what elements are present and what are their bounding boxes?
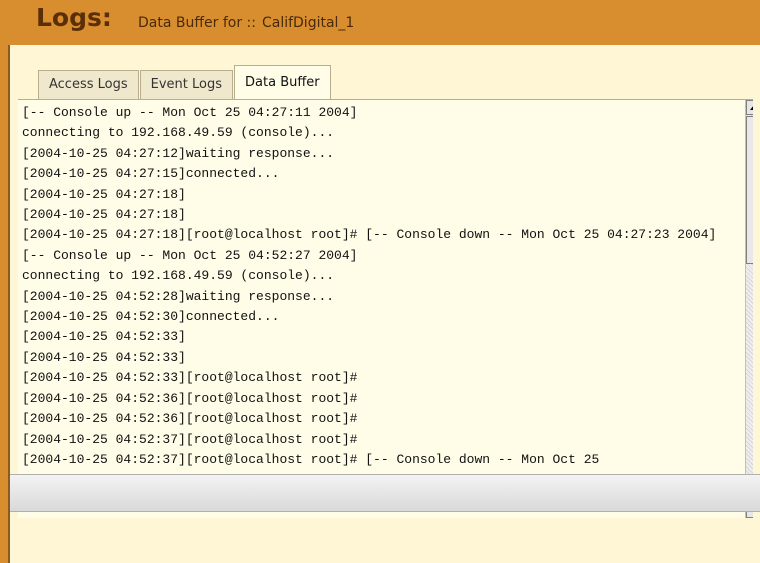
footer-bar [10,474,760,512]
log-line: [2004-10-25 04:52:36][root@localhost roo… [22,411,358,427]
log-line: [2004-10-25 04:52:37][root@localhost roo… [22,431,358,447]
header-bar: Logs: Data Buffer for :: CalifDigital_1 [0,0,760,45]
tab-data-buffer[interactable]: Data Buffer [234,65,331,100]
log-line: [2004-10-25 04:27:18] [22,207,186,223]
vertical-scrollbar[interactable] [745,100,753,518]
log-line: [2004-10-25 04:27:15]connected... [22,166,280,182]
log-line: [2004-10-25 04:52:37][root@localhost roo… [22,451,600,467]
tab-event-logs[interactable]: Event Logs [139,70,234,99]
tab-access-logs[interactable]: Access Logs [38,70,139,99]
log-text: [-- Console up -- Mon Oct 25 04:27:11 20… [22,103,734,470]
up-arrow-icon [750,106,753,110]
log-line: [-- Console up -- Mon Oct 25 04:27:11 20… [22,105,358,120]
log-line: [2004-10-25 04:27:12]waiting response... [22,145,335,161]
device-name: CalifDigital_1 [261,15,355,31]
log-line: [2004-10-25 04:52:30]connected... [22,309,280,325]
scroll-up-button[interactable] [746,100,753,115]
subtitle-prefix: Data Buffer for :: [138,15,256,31]
content-panel: Access Logs Event Logs Data Buffer [-- C… [8,45,760,563]
log-line: [2004-10-25 04:27:18][root@localhost roo… [22,227,717,243]
log-line: [2004-10-25 04:52:33] [22,349,186,365]
log-line: connecting to 192.168.49.59 (console)... [22,268,335,284]
data-buffer-log[interactable]: [-- Console up -- Mon Oct 25 04:27:11 20… [18,99,753,518]
log-line: [2004-10-25 04:52:33][root@localhost roo… [22,370,358,386]
log-line: [2004-10-25 04:52:28]waiting response... [22,288,335,304]
log-line: [2004-10-25 04:27:18] [22,186,186,202]
page-subtitle: Data Buffer for :: CalifDigital_1 [138,15,354,31]
page-title: Logs: [36,3,112,32]
log-line: [-- Console up -- Mon Oct 25 04:52:27 20… [22,247,358,263]
scroll-thumb[interactable] [746,116,753,264]
log-line: connecting to 192.168.49.59 (console)... [22,125,335,141]
log-line: [2004-10-25 04:52:36][root@localhost roo… [22,390,358,406]
tab-bar: Access Logs Event Logs Data Buffer [38,65,332,100]
logs-window: Logs: Data Buffer for :: CalifDigital_1 A… [0,0,760,563]
log-line: [2004-10-25 04:52:33] [22,329,186,345]
